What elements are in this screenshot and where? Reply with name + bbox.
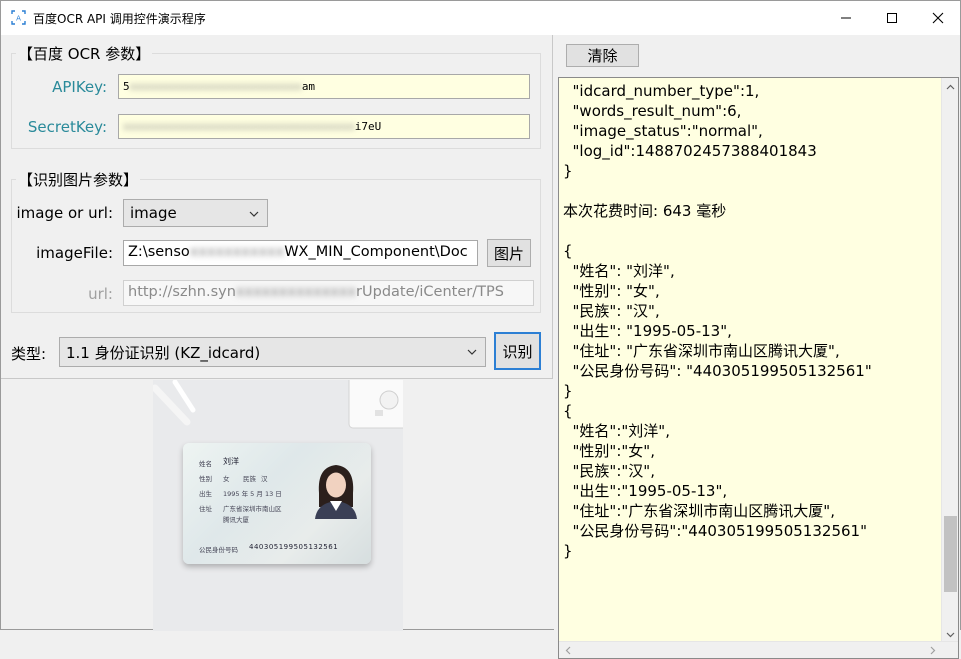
- card-gender-label: 性别: [199, 475, 212, 483]
- id-card-image: 姓名 刘洋 性别 女 民族 汉 出生 1995 年 5 月 13 日 住址 广东…: [183, 443, 371, 564]
- result-text: "idcard_number_type":1, "words_result_nu…: [563, 82, 872, 560]
- window-title: 百度OCR API 调用控件演示程序: [33, 12, 206, 26]
- card-address-line1: 广东省深圳市南山区: [223, 505, 282, 513]
- chevron-down-icon: [946, 632, 955, 637]
- card-id-label: 公民身份号码: [199, 546, 238, 554]
- ocr-params-title: 【百度 OCR 参数】: [16, 43, 153, 64]
- image-or-url-label: image or url:: [16, 204, 114, 222]
- card-birth-label: 出生: [199, 490, 212, 498]
- url-masked: xxxxxxxxxxxxxx: [235, 284, 357, 300]
- url-value-start: http://szhn.syn: [128, 284, 236, 300]
- close-button[interactable]: [915, 1, 961, 35]
- scroll-left-arrow[interactable]: [559, 642, 576, 658]
- card-id-number: 440305199505132561: [249, 543, 339, 551]
- result-panel: 清除 "idcard_number_type":1, "words_result…: [554, 35, 960, 659]
- apikey-label: APIKey:: [52, 78, 107, 96]
- secretkey-label: SecretKey:: [27, 118, 107, 136]
- card-birth: 1995 年 5 月 13 日: [223, 490, 282, 498]
- chevron-up-icon: [946, 84, 955, 89]
- maximize-button[interactable]: [869, 1, 915, 35]
- desk-objects: [153, 380, 403, 429]
- imagefile-value-start: Z:\senso: [128, 244, 190, 260]
- horizontal-scrollbar[interactable]: [559, 641, 958, 658]
- imagefile-value-end: WX_MIN_Component\Doc: [284, 244, 468, 260]
- secretkey-field[interactable]: xxxxxxxxxxxxxxxxxxxxxxxxxxxxxxxxxxxi7eU: [118, 114, 530, 139]
- type-value: 1.1 身份证识别 (KZ_idcard): [66, 344, 261, 362]
- chevron-down-icon: [467, 349, 477, 355]
- chevron-right-icon: [930, 646, 935, 655]
- scroll-up-arrow[interactable]: [942, 78, 958, 95]
- chevron-down-icon: [249, 211, 259, 217]
- imagefile-label: imageFile:: [36, 244, 113, 262]
- type-select[interactable]: 1.1 身份证识别 (KZ_idcard): [59, 337, 486, 367]
- minimize-icon: [841, 17, 851, 19]
- svg-text:A: A: [16, 15, 21, 23]
- scrollbar-thumb[interactable]: [944, 516, 957, 592]
- secretkey-masked: xxxxxxxxxxxxxxxxxxxxxxxxxxxxxxxxxxx: [123, 120, 355, 133]
- apikey-field[interactable]: 5xxxxxxxxxxxxxxxxxxxxxxxxxxam: [118, 74, 530, 99]
- scroll-right-arrow[interactable]: [924, 642, 941, 658]
- result-textarea[interactable]: "idcard_number_type":1, "words_result_nu…: [558, 77, 959, 659]
- maximize-icon: [887, 13, 897, 23]
- card-gender: 女: [223, 475, 230, 483]
- recognize-button[interactable]: 识别: [494, 332, 541, 370]
- image-preview: 姓名 刘洋 性别 女 民族 汉 出生 1995 年 5 月 13 日 住址 广东…: [153, 380, 403, 631]
- params-panel: 【百度 OCR 参数】 APIKey: 5xxxxxxxxxxxxxxxxxxx…: [1, 35, 553, 379]
- app-window: A 百度OCR API 调用控件演示程序 【百度 OCR 参数】 APIKey:…: [0, 0, 961, 659]
- minimize-button[interactable]: [823, 1, 869, 35]
- apikey-value-end: am: [301, 80, 316, 93]
- title-bar[interactable]: A 百度OCR API 调用控件演示程序: [1, 1, 960, 35]
- ocr-scan-icon: A: [11, 10, 26, 25]
- imagefile-masked: xxxxxxxxxxx: [189, 244, 285, 260]
- vertical-scrollbar[interactable]: [941, 78, 958, 643]
- close-icon: [932, 12, 944, 24]
- card-ethnicity: 汉: [261, 475, 268, 483]
- picture-button[interactable]: 图片: [487, 239, 531, 267]
- card-ethnicity-label: 民族: [243, 475, 256, 483]
- card-name-label: 姓名: [199, 460, 212, 468]
- image-params-title: 【识别图片参数】: [16, 169, 141, 190]
- apikey-masked: xxxxxxxxxxxxxxxxxxxxxxxxxx: [129, 80, 302, 93]
- secretkey-value-end: i7eU: [354, 120, 382, 133]
- type-label: 类型:: [11, 345, 47, 363]
- image-or-url-select[interactable]: image: [123, 199, 268, 227]
- url-label: url:: [88, 285, 113, 303]
- card-address-line2: 腾讯大厦: [223, 516, 249, 524]
- apikey-value-start: 5: [123, 80, 130, 93]
- card-name: 刘洋: [223, 457, 239, 466]
- clear-button[interactable]: 清除: [566, 44, 639, 67]
- url-value-end: rUpdate/iCenter/TPS: [356, 284, 504, 300]
- image-or-url-value: image: [130, 204, 177, 222]
- chevron-left-icon: [565, 646, 570, 655]
- url-field[interactable]: http://szhn.synxxxxxxxxxxxxxxrUpdate/iCe…: [123, 280, 534, 306]
- portrait-photo: [315, 465, 357, 519]
- card-address-label: 住址: [199, 505, 212, 513]
- imagefile-field[interactable]: Z:\sensoxxxxxxxxxxxWX_MIN_Component\Doc: [123, 240, 478, 266]
